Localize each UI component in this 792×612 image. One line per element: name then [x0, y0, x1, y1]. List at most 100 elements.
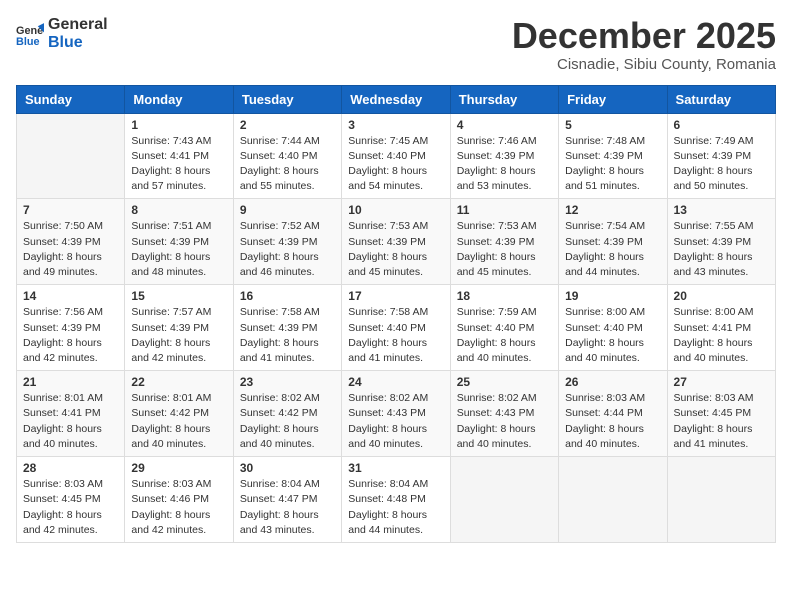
- daylight-hours: Daylight: 8 hours and 41 minutes.: [674, 423, 753, 450]
- sunset-time: Sunset: 4:39 PM: [240, 322, 318, 334]
- calendar-cell: 1 Sunrise: 7:43 AM Sunset: 4:41 PM Dayli…: [125, 113, 233, 199]
- calendar-cell: 19 Sunrise: 8:00 AM Sunset: 4:40 PM Dayl…: [559, 285, 667, 371]
- daylight-hours: Daylight: 8 hours and 40 minutes.: [674, 337, 753, 364]
- daylight-hours: Daylight: 8 hours and 55 minutes.: [240, 165, 319, 192]
- day-number: 25: [457, 375, 552, 389]
- logo: General Blue General Blue: [16, 16, 108, 51]
- sunrise-time: Sunrise: 7:46 AM: [457, 135, 537, 147]
- sunset-time: Sunset: 4:39 PM: [565, 236, 643, 248]
- sunset-time: Sunset: 4:39 PM: [457, 150, 535, 162]
- sunset-time: Sunset: 4:40 PM: [457, 322, 535, 334]
- sunset-time: Sunset: 4:39 PM: [131, 236, 209, 248]
- daylight-hours: Daylight: 8 hours and 50 minutes.: [674, 165, 753, 192]
- calendar-week-row: 7 Sunrise: 7:50 AM Sunset: 4:39 PM Dayli…: [17, 199, 776, 285]
- day-info: Sunrise: 7:49 AM Sunset: 4:39 PM Dayligh…: [674, 134, 769, 195]
- calendar-body: 1 Sunrise: 7:43 AM Sunset: 4:41 PM Dayli…: [17, 113, 776, 542]
- calendar-cell: 2 Sunrise: 7:44 AM Sunset: 4:40 PM Dayli…: [233, 113, 341, 199]
- day-info: Sunrise: 7:55 AM Sunset: 4:39 PM Dayligh…: [674, 219, 769, 280]
- day-info: Sunrise: 7:48 AM Sunset: 4:39 PM Dayligh…: [565, 134, 660, 195]
- daylight-hours: Daylight: 8 hours and 40 minutes.: [565, 423, 644, 450]
- day-number: 11: [457, 203, 552, 217]
- daylight-hours: Daylight: 8 hours and 53 minutes.: [457, 165, 536, 192]
- sunrise-time: Sunrise: 7:56 AM: [23, 306, 103, 318]
- day-info: Sunrise: 8:02 AM Sunset: 4:43 PM Dayligh…: [348, 391, 443, 452]
- sunset-time: Sunset: 4:39 PM: [457, 236, 535, 248]
- sunset-time: Sunset: 4:45 PM: [674, 407, 752, 419]
- calendar-cell: 30 Sunrise: 8:04 AM Sunset: 4:47 PM Dayl…: [233, 457, 341, 543]
- day-number: 21: [23, 375, 118, 389]
- sunrise-time: Sunrise: 8:03 AM: [565, 392, 645, 404]
- day-info: Sunrise: 8:00 AM Sunset: 4:40 PM Dayligh…: [565, 305, 660, 366]
- weekday-header-wednesday: Wednesday: [342, 85, 450, 113]
- sunrise-time: Sunrise: 8:03 AM: [674, 392, 754, 404]
- sunset-time: Sunset: 4:44 PM: [565, 407, 643, 419]
- day-info: Sunrise: 7:57 AM Sunset: 4:39 PM Dayligh…: [131, 305, 226, 366]
- day-info: Sunrise: 7:43 AM Sunset: 4:41 PM Dayligh…: [131, 134, 226, 195]
- daylight-hours: Daylight: 8 hours and 44 minutes.: [348, 509, 427, 536]
- day-number: 12: [565, 203, 660, 217]
- calendar-cell: 23 Sunrise: 8:02 AM Sunset: 4:42 PM Dayl…: [233, 371, 341, 457]
- sunset-time: Sunset: 4:48 PM: [348, 493, 426, 505]
- sunrise-time: Sunrise: 7:49 AM: [674, 135, 754, 147]
- calendar-header-row: SundayMondayTuesdayWednesdayThursdayFrid…: [17, 85, 776, 113]
- day-number: 4: [457, 118, 552, 132]
- calendar-cell: 6 Sunrise: 7:49 AM Sunset: 4:39 PM Dayli…: [667, 113, 775, 199]
- weekday-header-tuesday: Tuesday: [233, 85, 341, 113]
- sunset-time: Sunset: 4:39 PM: [565, 150, 643, 162]
- daylight-hours: Daylight: 8 hours and 41 minutes.: [240, 337, 319, 364]
- sunset-time: Sunset: 4:47 PM: [240, 493, 318, 505]
- calendar-cell: 9 Sunrise: 7:52 AM Sunset: 4:39 PM Dayli…: [233, 199, 341, 285]
- sunset-time: Sunset: 4:39 PM: [674, 236, 752, 248]
- sunset-time: Sunset: 4:41 PM: [23, 407, 101, 419]
- weekday-header-thursday: Thursday: [450, 85, 558, 113]
- calendar-cell: [450, 457, 558, 543]
- sunset-time: Sunset: 4:45 PM: [23, 493, 101, 505]
- daylight-hours: Daylight: 8 hours and 40 minutes.: [457, 423, 536, 450]
- daylight-hours: Daylight: 8 hours and 42 minutes.: [131, 509, 210, 536]
- sunrise-time: Sunrise: 7:43 AM: [131, 135, 211, 147]
- sunset-time: Sunset: 4:40 PM: [240, 150, 318, 162]
- day-info: Sunrise: 8:04 AM Sunset: 4:47 PM Dayligh…: [240, 477, 335, 538]
- month-title: December 2025: [512, 16, 776, 56]
- sunset-time: Sunset: 4:41 PM: [674, 322, 752, 334]
- sunrise-time: Sunrise: 8:02 AM: [240, 392, 320, 404]
- day-info: Sunrise: 8:01 AM Sunset: 4:41 PM Dayligh…: [23, 391, 118, 452]
- day-number: 2: [240, 118, 335, 132]
- day-info: Sunrise: 7:50 AM Sunset: 4:39 PM Dayligh…: [23, 219, 118, 280]
- day-info: Sunrise: 8:04 AM Sunset: 4:48 PM Dayligh…: [348, 477, 443, 538]
- calendar-cell: 28 Sunrise: 8:03 AM Sunset: 4:45 PM Dayl…: [17, 457, 125, 543]
- day-number: 20: [674, 289, 769, 303]
- daylight-hours: Daylight: 8 hours and 40 minutes.: [240, 423, 319, 450]
- sunrise-time: Sunrise: 8:00 AM: [674, 306, 754, 318]
- sunset-time: Sunset: 4:43 PM: [457, 407, 535, 419]
- sunrise-time: Sunrise: 7:51 AM: [131, 220, 211, 232]
- day-info: Sunrise: 8:03 AM Sunset: 4:45 PM Dayligh…: [23, 477, 118, 538]
- sunrise-time: Sunrise: 7:45 AM: [348, 135, 428, 147]
- calendar-cell: 27 Sunrise: 8:03 AM Sunset: 4:45 PM Dayl…: [667, 371, 775, 457]
- sunrise-time: Sunrise: 8:00 AM: [565, 306, 645, 318]
- calendar-week-row: 21 Sunrise: 8:01 AM Sunset: 4:41 PM Dayl…: [17, 371, 776, 457]
- calendar-cell: [559, 457, 667, 543]
- day-info: Sunrise: 7:46 AM Sunset: 4:39 PM Dayligh…: [457, 134, 552, 195]
- sunrise-time: Sunrise: 7:58 AM: [348, 306, 428, 318]
- sunrise-time: Sunrise: 7:50 AM: [23, 220, 103, 232]
- calendar-week-row: 1 Sunrise: 7:43 AM Sunset: 4:41 PM Dayli…: [17, 113, 776, 199]
- calendar-week-row: 14 Sunrise: 7:56 AM Sunset: 4:39 PM Dayl…: [17, 285, 776, 371]
- calendar-cell: 12 Sunrise: 7:54 AM Sunset: 4:39 PM Dayl…: [559, 199, 667, 285]
- day-number: 19: [565, 289, 660, 303]
- sunset-time: Sunset: 4:39 PM: [23, 322, 101, 334]
- calendar-cell: 18 Sunrise: 7:59 AM Sunset: 4:40 PM Dayl…: [450, 285, 558, 371]
- daylight-hours: Daylight: 8 hours and 41 minutes.: [348, 337, 427, 364]
- day-info: Sunrise: 7:58 AM Sunset: 4:40 PM Dayligh…: [348, 305, 443, 366]
- daylight-hours: Daylight: 8 hours and 44 minutes.: [565, 251, 644, 278]
- sunrise-time: Sunrise: 7:55 AM: [674, 220, 754, 232]
- calendar-cell: 31 Sunrise: 8:04 AM Sunset: 4:48 PM Dayl…: [342, 457, 450, 543]
- day-info: Sunrise: 8:00 AM Sunset: 4:41 PM Dayligh…: [674, 305, 769, 366]
- calendar-cell: 21 Sunrise: 8:01 AM Sunset: 4:41 PM Dayl…: [17, 371, 125, 457]
- daylight-hours: Daylight: 8 hours and 42 minutes.: [23, 509, 102, 536]
- calendar-cell: 25 Sunrise: 8:02 AM Sunset: 4:43 PM Dayl…: [450, 371, 558, 457]
- day-number: 6: [674, 118, 769, 132]
- daylight-hours: Daylight: 8 hours and 40 minutes.: [131, 423, 210, 450]
- day-info: Sunrise: 7:53 AM Sunset: 4:39 PM Dayligh…: [348, 219, 443, 280]
- day-info: Sunrise: 8:03 AM Sunset: 4:46 PM Dayligh…: [131, 477, 226, 538]
